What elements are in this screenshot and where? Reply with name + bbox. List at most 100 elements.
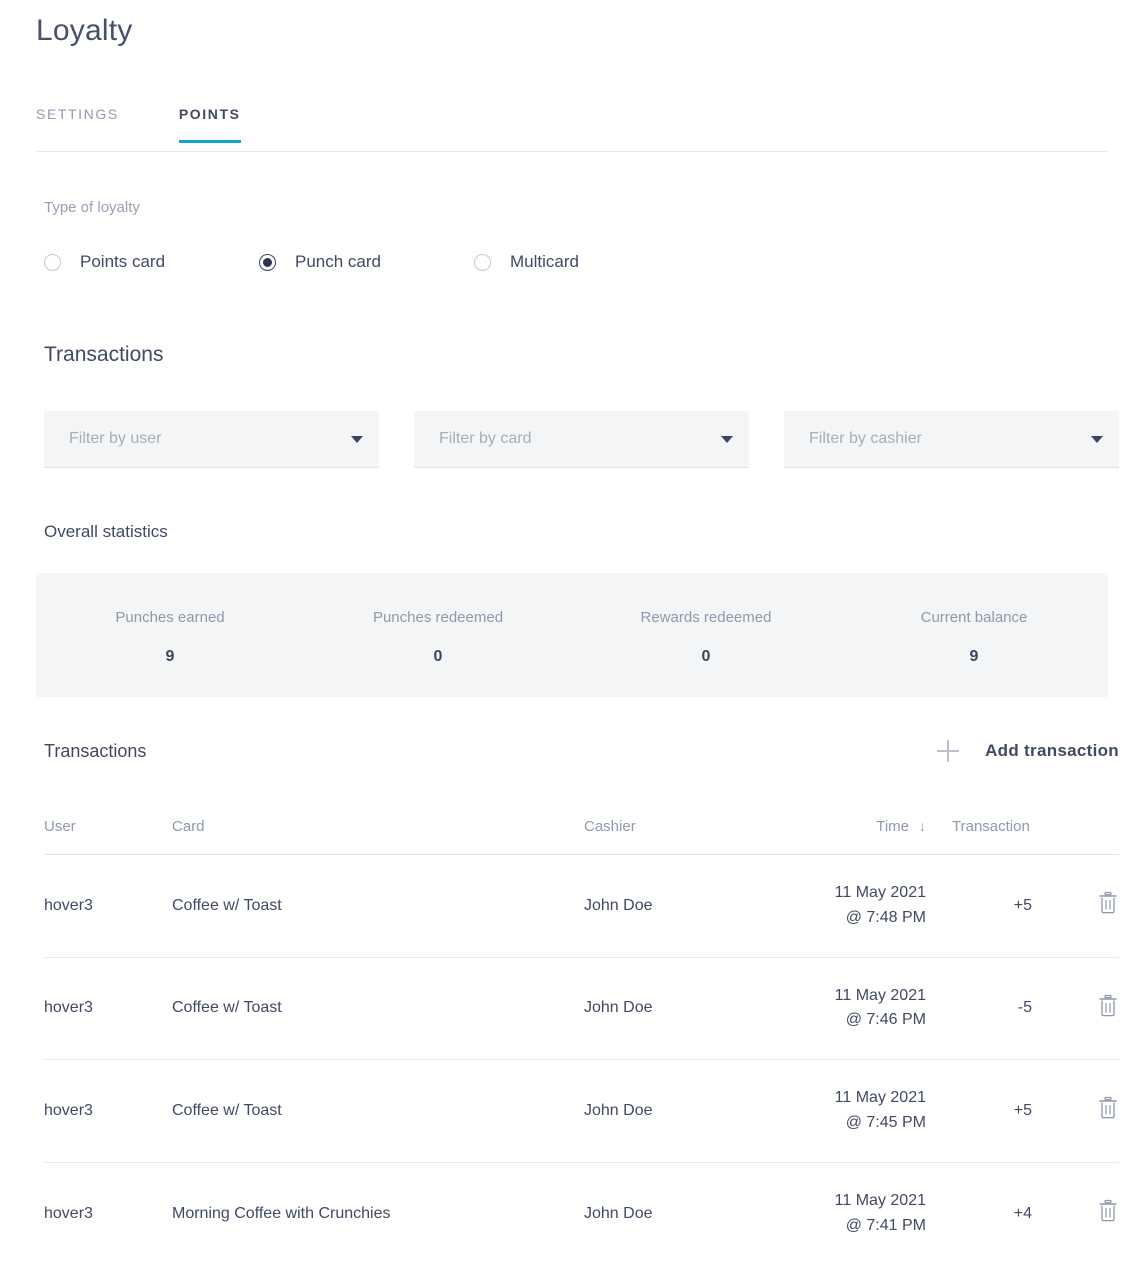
plus-icon [937,740,959,762]
cell-user: hover3 [44,1162,172,1264]
cell-time-clock: @ 7:45 PM [754,1111,926,1136]
cell-cashier: John Doe [584,1162,754,1264]
stat-value: 0 [702,648,711,666]
cell-time-date: 11 May 2021 [754,984,926,1009]
page-title: Loyalty [36,14,132,48]
column-header-actions [1054,818,1119,855]
table-header: User Card Cashier Time ↓ Transaction [44,818,1119,855]
filter-by-user-select[interactable]: Filter by user [44,411,379,468]
cell-actions [1054,1060,1119,1163]
delete-transaction-button[interactable] [1097,994,1119,1018]
column-header-cashier[interactable]: Cashier [584,818,754,855]
delete-transaction-button[interactable] [1097,891,1119,915]
loyalty-points-page: Loyalty SETTINGS POINTS Type of loyalty … [0,0,1144,1264]
table-row[interactable]: hover3 Coffee w/ Toast John Doe 11 May 2… [44,1060,1119,1163]
radio-points-card[interactable]: Points card [44,252,259,272]
column-header-transaction[interactable]: Transaction [934,818,1054,855]
filter-by-user-placeholder: Filter by user [69,430,351,448]
table-body: hover3 Coffee w/ Toast John Doe 11 May 2… [44,855,1119,1264]
radio-circle-icon [474,254,491,271]
stat-label: Current balance [921,609,1028,626]
stat-rewards-redeemed: Rewards redeemed 0 [572,573,840,697]
radio-multicard-label: Multicard [510,252,579,272]
table-row[interactable]: hover3 Coffee w/ Toast John Doe 11 May 2… [44,957,1119,1060]
trash-icon [1097,1096,1119,1120]
cell-time: 11 May 2021 @ 7:45 PM [754,1060,934,1163]
cell-cashier: John Doe [584,957,754,1060]
cell-time-clock: @ 7:48 PM [754,906,926,931]
radio-punch-card[interactable]: Punch card [259,252,474,272]
stat-label: Rewards redeemed [641,609,772,626]
cell-transaction: -5 [934,957,1054,1060]
transactions-section-heading: Transactions [44,343,163,367]
stat-punches-earned: Punches earned 9 [36,573,304,697]
chevron-down-icon [721,436,733,443]
column-header-user[interactable]: User [44,818,172,855]
cell-time-clock: @ 7:41 PM [754,1214,926,1239]
trash-icon [1097,891,1119,915]
transactions-table-title: Transactions [44,741,146,762]
radio-circle-icon [44,254,61,271]
transactions-table-header-bar: Transactions Add transaction [44,740,1119,762]
tab-bar: SETTINGS POINTS [36,106,1108,152]
sort-descending-icon: ↓ [919,819,926,833]
radio-punch-card-label: Punch card [295,252,381,272]
radio-circle-selected-icon [259,254,276,271]
cell-user: hover3 [44,957,172,1060]
cell-transaction: +5 [934,855,1054,958]
cell-card: Coffee w/ Toast [172,957,584,1060]
table-row[interactable]: hover3 Morning Coffee with Crunchies Joh… [44,1162,1119,1264]
cell-transaction: +4 [934,1162,1054,1264]
delete-transaction-button[interactable] [1097,1199,1119,1223]
cell-time: 11 May 2021 @ 7:41 PM [754,1162,934,1264]
table-row[interactable]: hover3 Coffee w/ Toast John Doe 11 May 2… [44,855,1119,958]
tab-points[interactable]: POINTS [179,106,241,142]
filter-by-cashier-placeholder: Filter by cashier [809,430,1091,448]
overall-statistics-panel: Punches earned 9 Punches redeemed 0 Rewa… [36,573,1108,697]
stat-label: Punches redeemed [373,609,503,626]
cell-time: 11 May 2021 @ 7:48 PM [754,855,934,958]
filter-by-card-select[interactable]: Filter by card [414,411,749,468]
cell-card: Coffee w/ Toast [172,1060,584,1163]
cell-user: hover3 [44,855,172,958]
cell-time-date: 11 May 2021 [754,881,926,906]
stat-value: 9 [970,648,979,666]
tab-settings[interactable]: SETTINGS [36,106,119,142]
loyalty-type-radio-group: Points card Punch card Multicard [44,252,579,272]
cell-user: hover3 [44,1060,172,1163]
cell-card: Coffee w/ Toast [172,855,584,958]
cell-time-date: 11 May 2021 [754,1086,926,1111]
cell-actions [1054,957,1119,1060]
stat-label: Punches earned [115,609,224,626]
add-transaction-button[interactable]: Add transaction [937,740,1119,762]
cell-cashier: John Doe [584,1060,754,1163]
trash-icon [1097,1199,1119,1223]
add-transaction-label: Add transaction [985,741,1119,761]
stat-punches-redeemed: Punches redeemed 0 [304,573,572,697]
cell-actions [1054,1162,1119,1264]
chevron-down-icon [351,436,363,443]
loyalty-type-label: Type of loyalty [44,199,140,216]
table-header-row: User Card Cashier Time ↓ Transaction [44,818,1119,855]
column-header-time[interactable]: Time ↓ [754,818,934,855]
filter-by-cashier-select[interactable]: Filter by cashier [784,411,1119,468]
overall-statistics-label: Overall statistics [44,522,168,542]
stat-value: 0 [434,648,443,666]
stat-current-balance: Current balance 9 [840,573,1108,697]
column-header-time-label: Time [876,818,909,835]
chevron-down-icon [1091,436,1103,443]
delete-transaction-button[interactable] [1097,1096,1119,1120]
transactions-table: User Card Cashier Time ↓ Transaction hove… [44,818,1119,1264]
column-header-card[interactable]: Card [172,818,584,855]
filter-bar: Filter by user Filter by card Filter by … [44,411,1119,468]
cell-time-date: 11 May 2021 [754,1189,926,1214]
radio-points-card-label: Points card [80,252,165,272]
radio-multicard[interactable]: Multicard [474,252,579,272]
stat-value: 9 [166,648,175,666]
cell-time: 11 May 2021 @ 7:46 PM [754,957,934,1060]
cell-actions [1054,855,1119,958]
filter-by-card-placeholder: Filter by card [439,430,721,448]
cell-card: Morning Coffee with Crunchies [172,1162,584,1264]
cell-cashier: John Doe [584,855,754,958]
cell-time-clock: @ 7:46 PM [754,1008,926,1033]
